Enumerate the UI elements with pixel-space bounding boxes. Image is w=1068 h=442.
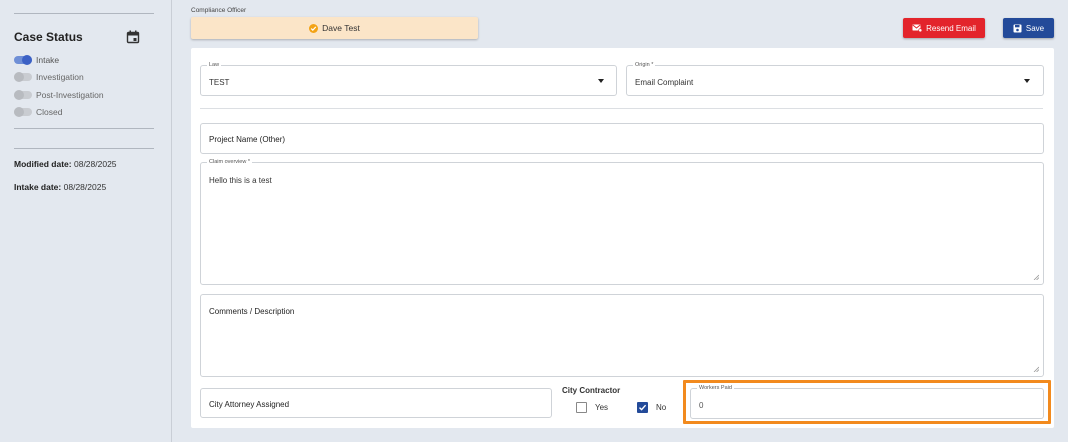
- project-name-placeholder: Project Name (Other): [209, 135, 286, 144]
- status-label: Closed: [36, 107, 63, 117]
- status-investigation[interactable]: Investigation: [14, 71, 84, 83]
- modified-date: Modified date: 08/28/2025: [14, 159, 117, 169]
- email-icon: [912, 24, 923, 32]
- no-label: No: [656, 403, 667, 412]
- case-status-title: Case Status: [14, 30, 83, 44]
- comments-placeholder: Comments / Description: [209, 307, 295, 316]
- city-contractor-no[interactable]: No: [637, 402, 666, 413]
- workers-paid-input[interactable]: Workers Paid 0: [690, 385, 1044, 419]
- resend-email-label: Resend Email: [926, 23, 976, 33]
- check-circle-icon: [309, 23, 319, 33]
- origin-label: Origin *: [633, 62, 656, 69]
- status-intake[interactable]: Intake: [14, 54, 59, 66]
- sidebar-divider: [14, 13, 154, 14]
- yes-label: Yes: [595, 403, 609, 412]
- checkbox-yes[interactable]: [576, 402, 587, 413]
- origin-select[interactable]: Origin * Email Complaint: [626, 62, 1044, 96]
- modified-date-value: 08/28/2025: [73, 159, 117, 169]
- compliance-officer-chip[interactable]: Dave Test: [191, 17, 478, 39]
- calendar-icon[interactable]: [126, 30, 140, 44]
- toggle-switch[interactable]: [14, 107, 32, 117]
- city-attorney-placeholder: City Attorney Assigned: [209, 400, 290, 409]
- claim-overview-textarea[interactable]: Claim overview * Hello this is a test: [200, 159, 1044, 285]
- form-divider: [200, 108, 1043, 109]
- city-attorney-input[interactable]: City Attorney Assigned: [200, 388, 552, 418]
- status-label: Intake: [36, 55, 60, 65]
- sidebar-divider: [14, 148, 154, 149]
- law-value: TEST: [209, 78, 230, 87]
- toggle-switch[interactable]: [14, 55, 32, 65]
- toggle-switch[interactable]: [14, 90, 32, 100]
- resize-handle-icon[interactable]: [1033, 366, 1039, 372]
- save-button[interactable]: Save: [1003, 18, 1054, 38]
- claim-overview-value: Hello this is a test: [209, 176, 272, 185]
- intake-date-value: 08/28/2025: [63, 182, 107, 192]
- status-label: Investigation: [36, 72, 84, 82]
- city-contractor-yes[interactable]: Yes: [576, 402, 608, 413]
- check-icon: [639, 404, 647, 411]
- law-label: Law: [207, 62, 222, 69]
- status-label: Post-Investigation: [36, 90, 104, 100]
- compliance-officer-name: Dave Test: [322, 23, 360, 33]
- origin-value: Email Complaint: [635, 78, 694, 87]
- city-contractor-label: City Contractor: [562, 386, 621, 395]
- workers-paid-value: 0: [699, 401, 704, 410]
- modified-date-label: Modified date:: [14, 159, 72, 169]
- sidebar-divider: [14, 128, 154, 129]
- resize-handle-icon[interactable]: [1033, 274, 1039, 280]
- compliance-officer-label: Compliance Officer: [191, 7, 247, 14]
- claim-overview-label: Claim overview *: [207, 159, 252, 166]
- intake-date-label: Intake date:: [14, 182, 62, 192]
- status-closed[interactable]: Closed: [14, 106, 62, 118]
- project-name-input[interactable]: Project Name (Other): [200, 123, 1044, 154]
- chevron-down-icon: [1024, 79, 1030, 83]
- toggle-switch[interactable]: [14, 72, 32, 82]
- save-label: Save: [1025, 23, 1045, 33]
- intake-date: Intake date: 08/28/2025: [14, 182, 106, 192]
- save-icon: [1013, 24, 1022, 32]
- chevron-down-icon: [598, 79, 604, 83]
- status-post-investigation[interactable]: Post-Investigation: [14, 89, 104, 101]
- law-select[interactable]: Law TEST: [200, 62, 617, 96]
- resend-email-button[interactable]: Resend Email: [903, 18, 985, 38]
- case-status-sidebar: Case Status Intake Investigation Post-In…: [0, 0, 172, 442]
- workers-paid-label: Workers Paid: [697, 385, 734, 392]
- comments-textarea[interactable]: Comments / Description: [200, 294, 1044, 377]
- checkbox-no[interactable]: [637, 402, 648, 413]
